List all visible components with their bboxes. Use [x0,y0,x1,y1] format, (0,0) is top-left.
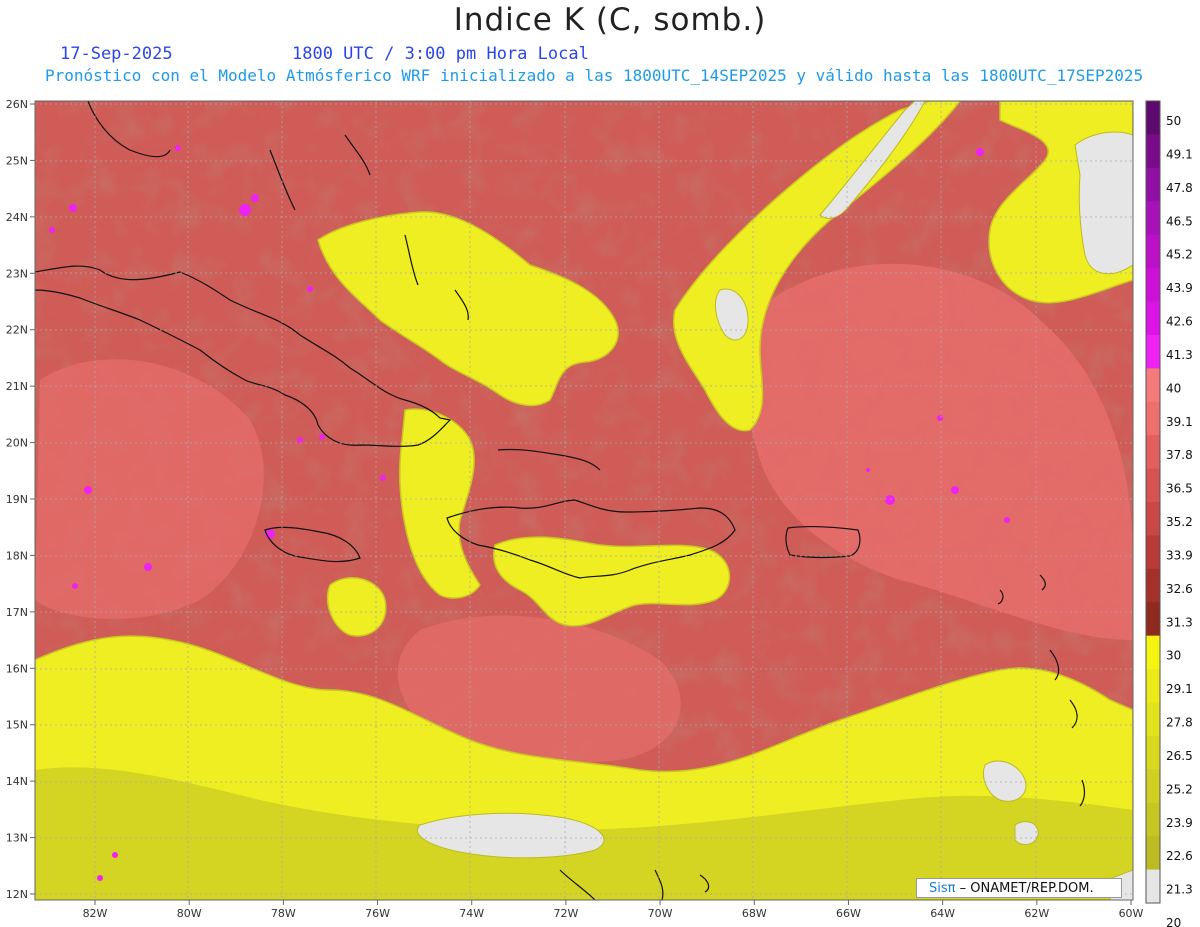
credit-text: – ONAMET/REP.DOM. [955,881,1094,896]
lat-tick-label: 12N [6,888,28,901]
lon-tick-label: 80W [177,907,202,920]
colorbar-label: 29.1 [1166,682,1193,696]
colorbar-label: 45.2 [1166,248,1193,262]
lat-tick-label: 19N [6,493,28,506]
lon-tick-label: 76W [365,907,390,920]
colorbar-label: 25.2 [1166,782,1193,796]
lon-tick-label: 72W [553,907,578,920]
colorbar-swatch [1146,101,1160,135]
colorbar-swatch [1146,334,1160,369]
credit-brand: Sisπ [929,881,956,896]
colorbar-label: 36.5 [1166,482,1193,496]
colorbar-label: 30 [1166,649,1181,663]
lat-tick-label: 26N [6,98,28,111]
lat-tick-label: 23N [6,267,28,280]
colorbar-swatch [1146,234,1160,269]
map-field [35,101,1133,900]
colorbar-swatch [1146,368,1160,403]
lat-tick-label: 22N [6,324,28,337]
colorbar: 50 49.1 47.8 46.5 45.2 43.9 42.6 41.3 40 39.1 37.8… [1145,100,1193,927]
lat-tick-label: 13N [6,832,28,845]
colorbar-label: 33.9 [1166,548,1193,562]
lat-tick-label: 24N [6,211,28,224]
colorbar-swatch [1146,468,1160,503]
lat-tick-label: 17N [6,606,28,619]
colorbar-label: 21.3 [1166,883,1193,897]
colorbar-label: 22.6 [1166,849,1193,863]
colorbar-swatch [1146,602,1160,637]
colorbar-swatch [1146,401,1160,436]
colorbar-swatch [1146,435,1160,470]
colorbar-label: 20 [1166,916,1181,927]
lon-tick-label: 60W [1119,907,1144,920]
latitude-axis: 26N 25N 24N 23N 22N 21N 20N 19N 18N 17N 16N 15N 14N 1… [6,98,35,901]
lon-tick-label: 68W [742,907,767,920]
colorbar-label: 23.9 [1166,816,1193,830]
lat-tick-label: 21N [6,380,28,393]
colorbar-swatch [1146,735,1160,770]
k-index-map: 26N 25N 24N 23N 22N 21N 20N 19N 18N 17N 16N 15N 14N 1… [6,98,1193,927]
colorbar-label: 49.1 [1166,147,1193,161]
longitude-axis: 82W 80W 78W 76W 74W 72W 70W 68W 66W 64W 62W 60W [83,900,1144,920]
colorbar-label: 40 [1166,381,1181,395]
colorbar-label: 35.2 [1166,515,1193,529]
colorbar-swatch [1146,869,1160,904]
colorbar-swatch [1146,167,1160,202]
lat-tick-label: 18N [6,549,28,562]
colorbar-label: 41.3 [1166,348,1193,362]
colorbar-swatch [1146,268,1160,302]
colorbar-swatch [1146,535,1160,570]
colorbar-label: 39.1 [1166,415,1193,429]
colorbar-swatch [1146,836,1160,871]
lon-tick-label: 70W [648,907,673,920]
colorbar-label: 31.3 [1166,615,1193,629]
colorbar-swatch [1146,134,1160,169]
lat-tick-label: 25N [6,154,28,167]
lon-tick-label: 64W [930,907,955,920]
lon-tick-label: 74W [459,907,484,920]
colorbar-swatch [1146,301,1160,336]
colorbar-swatch [1146,702,1160,737]
lon-tick-label: 82W [83,907,108,920]
colorbar-label: 47.8 [1166,181,1193,195]
colorbar-swatch [1146,669,1160,703]
colorbar-swatch [1146,502,1160,536]
colorbar-label: 50 [1166,114,1181,128]
lat-tick-label: 20N [6,437,28,450]
colorbar-label: 42.6 [1166,315,1193,329]
lon-tick-label: 66W [836,907,861,920]
credit-box: Sisπ – ONAMET/REP.DOM. [916,878,1122,898]
lat-tick-label: 15N [6,719,28,732]
colorbar-swatch [1146,802,1160,837]
colorbar-swatch [1146,201,1160,236]
lon-tick-label: 62W [1024,907,1049,920]
colorbar-swatch [1146,568,1160,603]
lat-tick-label: 14N [6,775,28,788]
lat-tick-label: 16N [6,662,28,675]
lon-tick-label: 78W [271,907,296,920]
colorbar-label: 43.9 [1166,281,1193,295]
colorbar-swatch [1146,635,1160,670]
colorbar-label: 37.8 [1166,448,1193,462]
colorbar-swatch [1146,769,1160,804]
colorbar-label: 26.5 [1166,749,1193,763]
colorbar-label: 32.6 [1166,582,1193,596]
colorbar-label: 46.5 [1166,214,1193,228]
colorbar-label: 27.8 [1166,716,1193,730]
